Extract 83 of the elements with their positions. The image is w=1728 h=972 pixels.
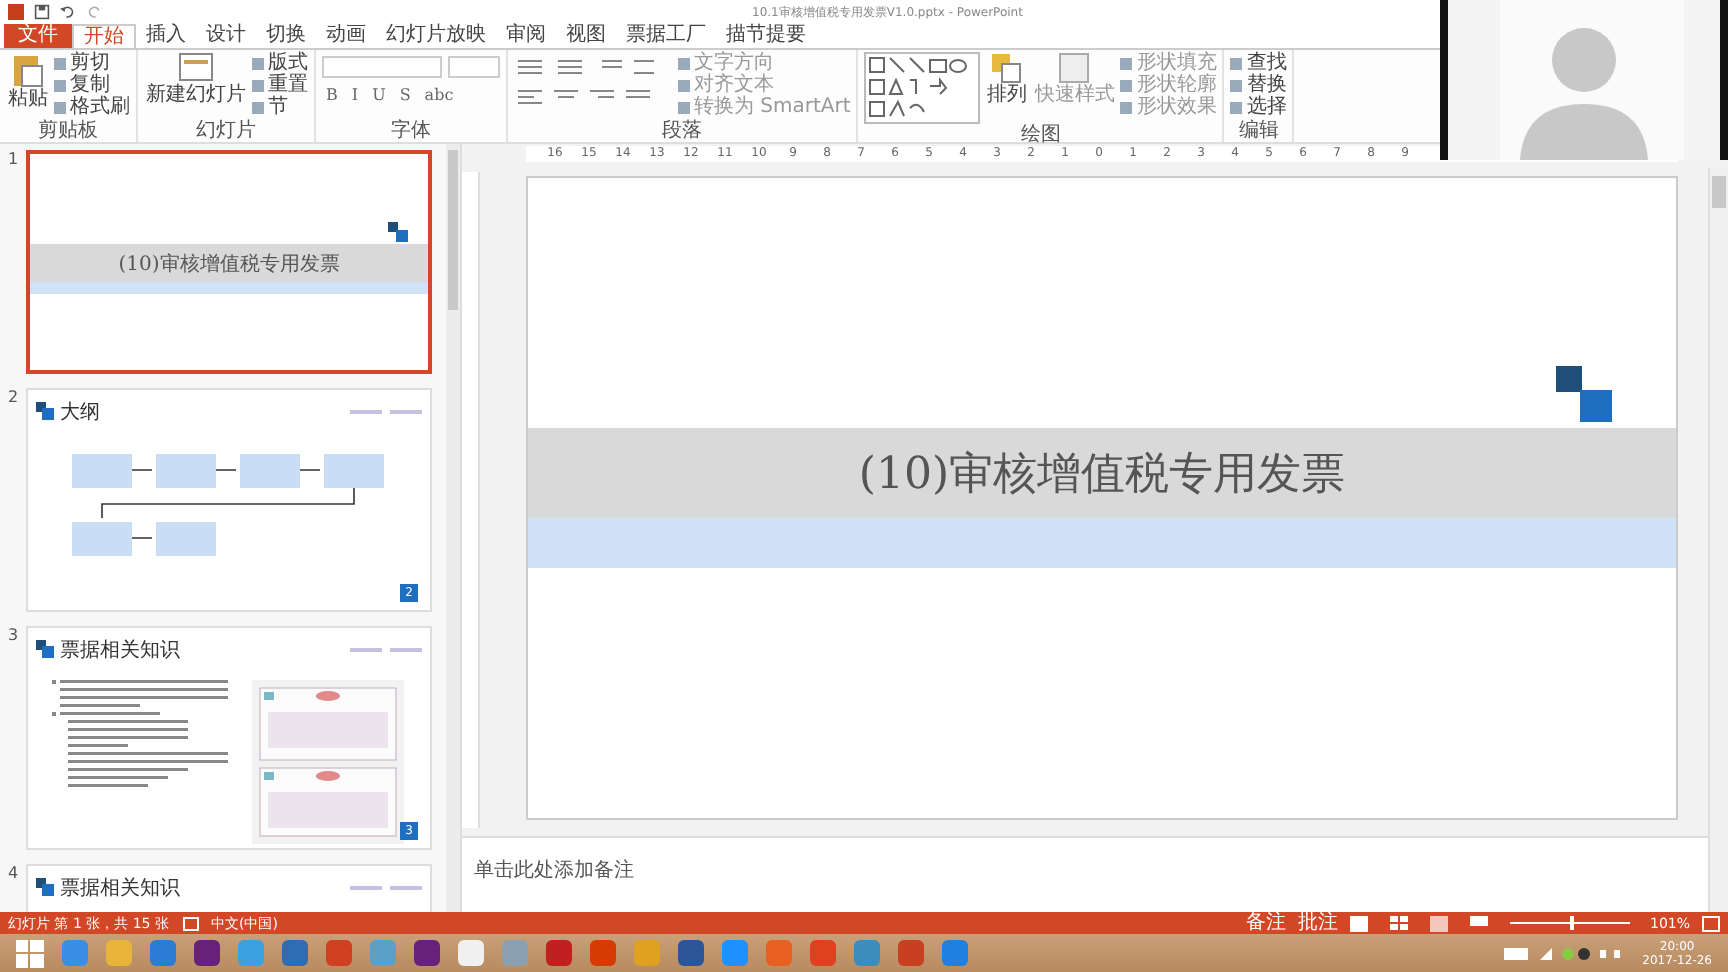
group-label: 段落 [660,120,705,142]
ribbon-button[interactable]: 剪切 [54,52,130,74]
ribbon-button[interactable]: 排列 [984,52,1029,106]
format-button[interactable]: S [395,86,415,104]
format-button[interactable]: abc [420,86,458,104]
group-label: 编辑 [1236,120,1281,142]
group-label: 幻灯片 [194,120,258,142]
save-icon[interactable] [34,4,50,20]
ribbon-tab[interactable]: 幻灯片放映 [376,24,496,48]
app-icon[interactable] [810,940,836,966]
windows-logo-icon[interactable] [16,939,44,967]
squares-icon [1556,366,1612,422]
header-text-lines [350,885,422,891]
ribbon-tab[interactable]: 审阅 [496,24,556,48]
ribbon-tab[interactable]: 动画 [316,24,376,48]
squares-icon [36,402,56,422]
ribbon-button[interactable]: 版式 [252,52,308,74]
shape-gallery[interactable] [864,52,981,124]
format-button[interactable]: U [368,86,390,104]
slide-number: 4 [8,864,20,886]
app-icon[interactable] [898,940,924,966]
ribbon-button[interactable]: 复制 [54,74,130,96]
fit-icon[interactable] [1702,915,1720,931]
slide-thumbnail[interactable]: 票据相关知识 [26,864,432,912]
ribbon-button[interactable]: 节 [252,96,308,118]
notes-placeholder: 单击此处添加备注 [474,860,634,882]
powerpoint-icon [8,4,24,20]
ribbon-button[interactable]: 新建幻灯片 [144,52,248,106]
app-icon[interactable] [414,940,440,966]
app-icon[interactable] [458,940,484,966]
ribbon-tab[interactable]: 设计 [196,24,256,48]
quick-style-icon [1058,52,1091,84]
slide-title: 票据相关知识 [60,637,180,664]
slide-title: 大纲 [60,399,100,426]
redo-icon[interactable] [86,4,102,20]
notes-pane[interactable]: 单击此处添加备注 [462,836,1708,912]
app-icon[interactable] [150,940,176,966]
group-label: 绘图 [1018,124,1063,146]
app-icon[interactable] [546,940,572,966]
slide-title: 票据相关知识 [60,875,180,902]
slide-thumbnail[interactable]: (10)审核增值税专用发票 [26,150,432,374]
view-icons[interactable] [1349,915,1490,931]
format-button[interactable]: B [322,86,342,104]
font-size-field[interactable] [448,56,500,78]
tray-icons[interactable] [1504,945,1625,961]
slide-number: 2 [8,388,20,410]
ribbon-button[interactable]: 粘贴 [6,52,50,110]
spellcheck-icon[interactable] [181,915,199,931]
group-label: 剪贴板 [36,120,100,142]
ribbon-tab[interactable]: 切换 [256,24,316,48]
squares-icon [36,640,56,660]
comments-button[interactable]: 批注 [1297,912,1338,934]
ribbon-button[interactable]: 选择 [1230,96,1287,118]
slide-number: 1 [8,150,20,172]
ribbon-button[interactable]: 格式刷 [54,96,130,118]
ribbon-button[interactable]: 重置 [252,74,308,96]
font-name-field[interactable] [322,56,442,78]
group-label: 字体 [389,120,433,142]
squares-icon [388,222,408,242]
slide-number: 3 [8,626,20,648]
app-icon[interactable] [678,940,704,966]
app-icon[interactable] [590,940,616,966]
app-icon[interactable] [282,940,308,966]
ribbon-tab[interactable]: 视图 [556,24,616,48]
scrollbar[interactable] [446,144,460,912]
header-text-lines [350,409,422,415]
ribbon-tab[interactable]: 描节提要 [716,24,816,48]
ribbon-button[interactable]: 查找 [1230,52,1287,74]
slide-title: (10)审核增值税专用发票 [118,251,340,277]
format-button[interactable]: I [347,86,363,104]
slide-title: (10)审核增值税专用发票 [858,447,1346,503]
header-text-lines [350,647,422,653]
ribbon-tab[interactable]: 开始 [72,24,136,48]
ribbon-tab[interactable]: 插入 [136,24,196,48]
ribbon-tab[interactable]: 票据工厂 [616,24,716,48]
app-icon[interactable] [326,940,352,966]
ribbon-button[interactable]: 替换 [1230,74,1287,96]
undo-icon[interactable] [60,4,76,20]
ribbon-tab[interactable]: 文件 [4,24,72,48]
squares-icon [36,878,56,898]
app-icon[interactable] [194,940,220,966]
notes-button[interactable]: 备注 [1245,912,1286,934]
scrollbar[interactable] [1708,168,1728,912]
